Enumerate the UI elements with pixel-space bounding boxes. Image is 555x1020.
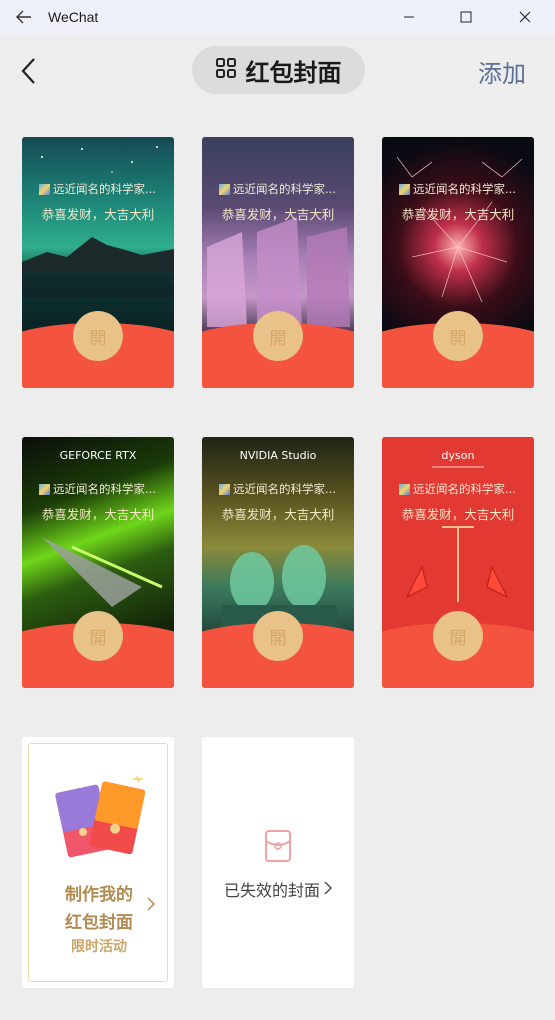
cover-image [382, 437, 534, 637]
window-title: WeChat [48, 9, 99, 25]
arrow-left-icon[interactable] [14, 7, 34, 27]
brand-label: NVIDIA Studio [239, 449, 317, 462]
sender-name: 远近闻名的科学家... [413, 182, 516, 196]
expired-covers-card[interactable]: 已失效的封面 [202, 737, 354, 988]
red-envelopes-icon [53, 774, 146, 868]
window-titlebar: WeChat [0, 0, 555, 34]
make-cover-card[interactable]: 制作我的 红包封面 限时活动 [22, 737, 174, 988]
sender-name: 远近闻名的科学家... [413, 482, 516, 496]
open-seal: 開 [73, 311, 123, 361]
greeting-text: 恭喜发财，大吉大利 [41, 207, 155, 222]
brand-label: dyson [441, 449, 475, 462]
chevron-right-icon [324, 880, 332, 899]
brand-label: GEFORCE RTX [59, 449, 137, 462]
envelope-outline-icon [264, 829, 292, 867]
avatar [39, 483, 50, 495]
cover-card[interactable]: NVIDIA Studio 远近闻名的科学家... 恭喜发财，大吉大利 開 [202, 437, 354, 688]
sender-line: 远近闻名的科学家... [219, 481, 349, 497]
page-title: 红包封面 [245, 58, 342, 87]
avatar [219, 183, 230, 195]
page-title-pill: 红包封面 [192, 46, 365, 94]
sender-name: 远近闻名的科学家... [53, 182, 156, 196]
sender-name: 远近闻名的科学家... [233, 482, 336, 496]
greeting-text: 恭喜发财，大吉大利 [221, 207, 335, 222]
cover-image [382, 137, 534, 337]
avatar [219, 483, 230, 495]
sender-line: 远近闻名的科学家... [399, 181, 529, 197]
cover-card[interactable]: 远近闻名的科学家... 恭喜发财，大吉大利 開 [202, 137, 354, 388]
chevron-right-icon [147, 896, 155, 915]
add-button[interactable]: 添加 [478, 54, 526, 89]
avatar [399, 183, 410, 195]
maximize-button[interactable] [437, 0, 495, 34]
minimize-button[interactable] [380, 0, 438, 34]
cover-image [22, 437, 174, 637]
open-seal: 開 [73, 611, 123, 661]
greeting-text: 恭喜发财，大吉大利 [401, 207, 515, 222]
expired-covers-link: 已失效的封面 [202, 877, 354, 901]
grid-icon [215, 58, 236, 82]
sender-line: 远近闻名的科学家... [219, 181, 349, 197]
sender-name: 远近闻名的科学家... [53, 482, 156, 496]
cover-image [22, 137, 174, 337]
greeting-text: 恭喜发财，大吉大利 [401, 507, 515, 522]
open-seal: 開 [253, 311, 303, 361]
sender-line: 远近闻名的科学家... [39, 181, 169, 197]
cover-image [202, 137, 354, 337]
make-cover-frame: 制作我的 红包封面 限时活动 [28, 743, 168, 982]
cover-card[interactable]: dyson 远近闻名的科学家... 恭喜发财，大吉大利 開 [382, 437, 534, 688]
cover-card[interactable]: 远近闻名的科学家... 恭喜发财，大吉大利 開 [382, 137, 534, 388]
open-seal: 開 [253, 611, 303, 661]
avatar [399, 483, 410, 495]
sender-name: 远近闻名的科学家... [233, 182, 336, 196]
expired-covers-label: 已失效的封面 [223, 881, 320, 900]
cover-image [202, 437, 354, 637]
greeting-text: 恭喜发财，大吉大利 [41, 507, 155, 522]
close-button[interactable] [496, 0, 554, 34]
sender-line: 远近闻名的科学家... [39, 481, 169, 497]
chevron-left-icon[interactable] [20, 54, 44, 88]
greeting-text: 恭喜发财，大吉大利 [221, 507, 335, 522]
open-seal: 開 [433, 311, 483, 361]
make-cover-subtitle: 限时活动 [71, 939, 127, 955]
open-seal: 開 [433, 611, 483, 661]
sender-line: 远近闻名的科学家... [399, 481, 529, 497]
avatar [39, 183, 50, 195]
cover-card[interactable]: 远近闻名的科学家... 恭喜发财，大吉大利 開 [22, 137, 174, 388]
cover-card[interactable]: GEFORCE RTX 远近闻名的科学家... 恭喜发财，大吉大利 開 [22, 437, 174, 688]
